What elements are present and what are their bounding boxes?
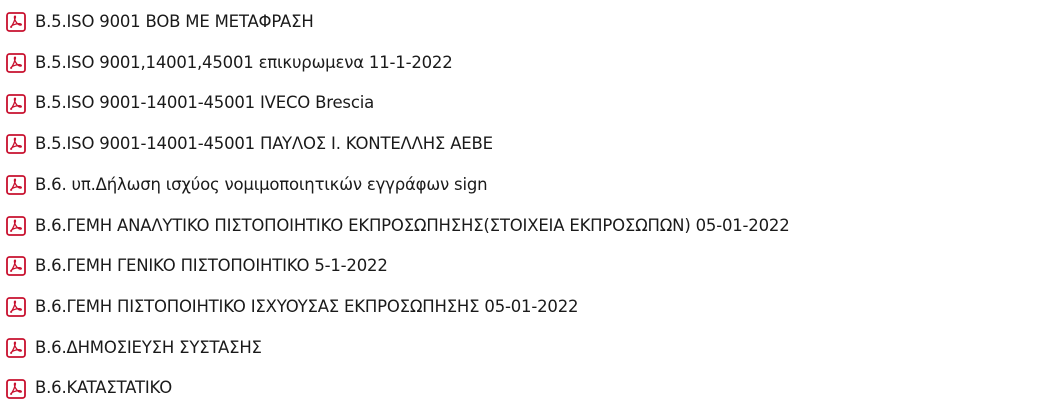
file-list-item[interactable]: B.5.ISO 9001 BOB ME METAΦPAΣH <box>2 2 1060 43</box>
file-name: B.5.ISO 9001 BOB ME METAΦPAΣH <box>35 12 314 32</box>
file-list-item[interactable]: B.6.ΓEMH ΠIΣTOΠOIHTIKO IΣXYOYΣAΣ EKΠPOΣΩ… <box>2 287 1060 328</box>
file-name: B.6.ΔHMOΣIEYΣH ΣYΣTAΣHΣ <box>35 337 262 357</box>
file-name: B.6.ΓEMH ANAΛYTIKO ΠIΣTOΠOIHTIKO EKΠPOΣΩ… <box>35 215 790 235</box>
file-list: B.5.ISO 9001 BOB ME METAΦPAΣH B.5.ISO 90… <box>2 2 1060 409</box>
pdf-file-icon <box>6 297 26 318</box>
file-list-item[interactable]: B.5.ISO 9001-14001-45001 IVECO Brescia <box>2 83 1060 124</box>
file-name: B.6.ΓEMH ΠIΣTOΠOIHTIKO IΣXYOYΣAΣ EKΠPOΣΩ… <box>35 296 579 316</box>
pdf-file-icon <box>6 378 26 399</box>
file-list-item[interactable]: B.6.KATAΣTATIKO <box>2 368 1060 409</box>
pdf-file-icon <box>6 215 26 236</box>
pdf-file-icon <box>6 337 26 358</box>
file-name: B.5.ISO 9001-14001-45001 ΠAYΛOΣ I. KONTE… <box>35 134 493 154</box>
file-list-item[interactable]: B.6.ΔHMOΣIEYΣH ΣYΣTAΣHΣ <box>2 328 1060 369</box>
file-name: B.6.ΓEMH ΓENIKO ΠIΣTOΠOIHTIKO 5-1-2022 <box>35 256 388 276</box>
file-list-item[interactable]: B.6. υπ.Δήλωση ισχύος νομιμοποιητικών εγ… <box>2 165 1060 206</box>
pdf-file-icon <box>6 175 26 195</box>
pdf-file-icon <box>6 93 26 114</box>
pdf-file-icon <box>6 256 26 277</box>
file-list-item[interactable]: B.6.ΓEMH ANAΛYTIKO ΠIΣTOΠOIHTIKO EKΠPOΣΩ… <box>2 205 1060 246</box>
pdf-file-icon <box>6 12 26 33</box>
file-list-item[interactable]: B.5.ISO 9001-14001-45001 ΠAYΛOΣ I. KONTE… <box>2 124 1060 165</box>
file-name: B.5.ISO 9001,14001,45001 επικυρωμενα 11-… <box>35 52 453 72</box>
pdf-file-icon <box>6 134 26 155</box>
file-list-item[interactable]: B.5.ISO 9001,14001,45001 επικυρωμενα 11-… <box>2 43 1060 84</box>
file-name: B.5.ISO 9001-14001-45001 IVECO Brescia <box>35 93 374 113</box>
file-name: B.6.KATAΣTATIKO <box>35 378 173 398</box>
file-name: B.6. υπ.Δήλωση ισχύος νομιμοποιητικών εγ… <box>35 174 488 194</box>
file-list-item[interactable]: B.6.ΓEMH ΓENIKO ΠIΣTOΠOIHTIKO 5-1-2022 <box>2 246 1060 287</box>
pdf-file-icon <box>6 53 26 73</box>
